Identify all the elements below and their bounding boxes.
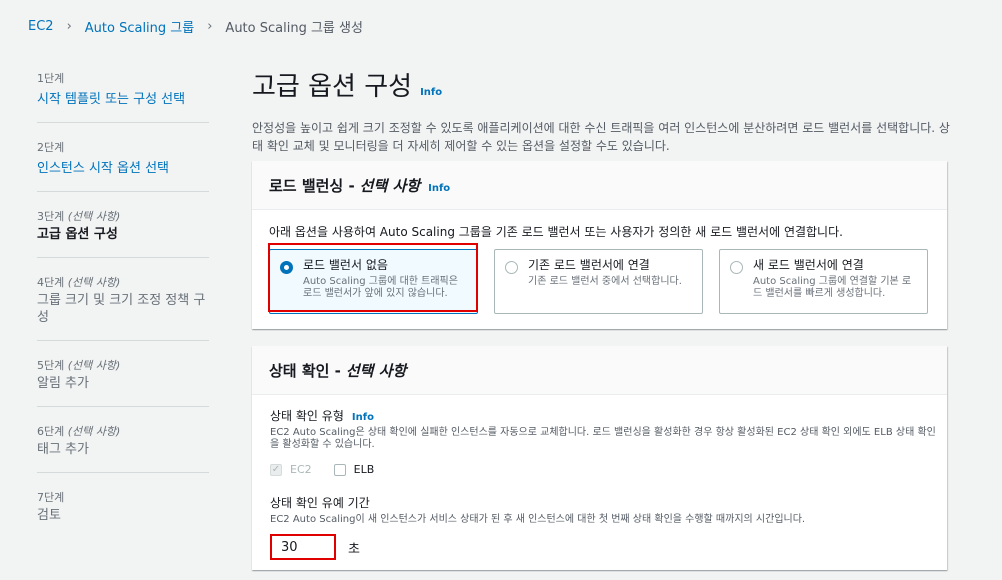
option-description: Auto Scaling 그룹에 연결할 기본 로드 밸런서를 빠르게 생성합니… bbox=[753, 276, 912, 299]
step-current-advanced-options: 고급 옵션 구성 bbox=[37, 227, 118, 242]
checkbox-checked-icon: ✓ bbox=[270, 463, 282, 476]
grace-period-input[interactable]: 30 bbox=[270, 534, 336, 560]
step-number: 2단계 bbox=[37, 141, 65, 154]
checkbox-elb[interactable]: ELB bbox=[333, 463, 374, 476]
grace-period-label: 상태 확인 유예 기간 bbox=[270, 496, 370, 510]
page-description: 안정성을 높이고 쉽게 크기 조정할 수 있도록 애플리케이션에 대한 수신 트… bbox=[252, 121, 950, 153]
grace-period-field: 상태 확인 유예 기간 EC2 Auto Scaling이 새 인스턴스가 서비… bbox=[270, 494, 929, 560]
main-content: 고급 옵션 구성 Info 안정성을 높이고 쉽게 크기 조정할 수 있도록 애… bbox=[252, 66, 950, 155]
annotation-highlight-box bbox=[268, 243, 478, 312]
step-number: 4단계 (선택 사항) bbox=[37, 276, 121, 289]
option-label: 새 로드 밸런서에 연결 bbox=[753, 258, 864, 272]
step-number: 5단계 (선택 사항) bbox=[37, 359, 121, 372]
breadcrumb-separator: › bbox=[207, 19, 213, 34]
wizard-step-5: 5단계 (선택 사항) 알림 추가 bbox=[37, 357, 209, 407]
step-review: 검토 bbox=[37, 508, 61, 523]
breadcrumb-auto-scaling-groups[interactable]: Auto Scaling 그룹 bbox=[85, 17, 194, 36]
step-link-launch-template[interactable]: 시작 템플릿 또는 구성 선택 bbox=[37, 92, 185, 107]
grace-period-unit: 초 bbox=[348, 541, 360, 557]
breadcrumb-ec2[interactable]: EC2 bbox=[28, 19, 54, 34]
radio-unselected-icon[interactable] bbox=[730, 261, 743, 274]
checkbox-ec2: ✓ EC2 bbox=[270, 463, 312, 476]
wizard-step-6: 6단계 (선택 사항) 태그 추가 bbox=[37, 423, 209, 473]
breadcrumb-separator: › bbox=[66, 19, 72, 34]
step-number: 1단계 bbox=[37, 72, 65, 85]
option-description: 기존 로드 밸런서 중에서 선택합니다. bbox=[528, 276, 682, 287]
load-balancing-header: 로드 밸런싱 - 선택 사항 Info bbox=[252, 161, 947, 210]
grace-period-input-row: 30 초 bbox=[270, 534, 929, 560]
step-number: 3단계 (선택 사항) bbox=[37, 210, 121, 223]
load-balancing-info-link[interactable]: Info bbox=[428, 183, 450, 194]
health-check-types: ✓ EC2 ELB bbox=[270, 463, 929, 476]
step-add-tags: 태그 추가 bbox=[37, 442, 89, 457]
step-number: 6단계 (선택 사항) bbox=[37, 425, 121, 438]
radio-unselected-icon[interactable] bbox=[505, 261, 518, 274]
health-check-type-label: 상태 확인 유형 Info bbox=[270, 409, 374, 423]
wizard-step-4: 4단계 (선택 사항) 그룹 크기 및 크기 조정 정책 구성 bbox=[37, 274, 209, 341]
grace-period-description: EC2 Auto Scaling이 새 인스턴스가 서비스 상태가 된 후 새 … bbox=[270, 514, 806, 525]
health-check-type-info-link[interactable]: Info bbox=[352, 412, 374, 423]
load-balancing-description: 아래 옵션을 사용하여 Auto Scaling 그룹을 기존 로드 밸런서 또… bbox=[269, 225, 843, 239]
breadcrumb: EC2 › Auto Scaling 그룹 › Auto Scaling 그룹 … bbox=[28, 17, 363, 36]
step-number: 7단계 bbox=[37, 491, 65, 504]
checkbox-unchecked-icon[interactable] bbox=[333, 463, 346, 476]
step-add-notifications: 알림 추가 bbox=[37, 376, 89, 391]
wizard-step-1: 1단계 시작 템플릿 또는 구성 선택 bbox=[37, 70, 209, 123]
health-check-panel: 상태 확인 - 선택 사항 상태 확인 유형 Info EC2 Auto Scal… bbox=[252, 346, 947, 570]
wizard-step-2: 2단계 인스턴스 시작 옵션 선택 bbox=[37, 139, 209, 192]
wizard-step-7: 7단계 검토 bbox=[37, 489, 209, 538]
breadcrumb-current: Auto Scaling 그룹 생성 bbox=[225, 21, 363, 36]
health-check-body: 상태 확인 유형 Info EC2 Auto Scaling은 상태 확인에 실… bbox=[252, 395, 947, 572]
load-balancing-title: 로드 밸런싱 - 선택 사항 Info bbox=[269, 176, 451, 195]
wizard-steps-nav: 1단계 시작 템플릿 또는 구성 선택 2단계 인스턴스 시작 옵션 선택 3단… bbox=[37, 70, 209, 554]
page-title: 고급 옵션 구성 Info bbox=[252, 72, 443, 102]
option-new-load-balancer[interactable]: 새 로드 밸런서에 연결 Auto Scaling 그룹에 연결할 기본 로드 … bbox=[719, 249, 928, 314]
option-existing-load-balancer[interactable]: 기존 로드 밸런서에 연결 기존 로드 밸런서 중에서 선택합니다. bbox=[494, 249, 703, 314]
step-group-size-scaling: 그룹 크기 및 크기 조정 정책 구성 bbox=[37, 293, 206, 325]
health-check-header: 상태 확인 - 선택 사항 bbox=[252, 346, 947, 395]
health-check-type-description: EC2 Auto Scaling은 상태 확인에 실패한 인스턴스를 자동으로 … bbox=[270, 427, 936, 450]
step-link-instance-launch-options[interactable]: 인스턴스 시작 옵션 선택 bbox=[37, 161, 169, 176]
wizard-step-3: 3단계 (선택 사항) 고급 옵션 구성 bbox=[37, 208, 209, 258]
option-label: 기존 로드 밸런서에 연결 bbox=[528, 258, 650, 272]
health-check-title: 상태 확인 - 선택 사항 bbox=[269, 361, 407, 380]
page-info-link[interactable]: Info bbox=[420, 87, 442, 98]
